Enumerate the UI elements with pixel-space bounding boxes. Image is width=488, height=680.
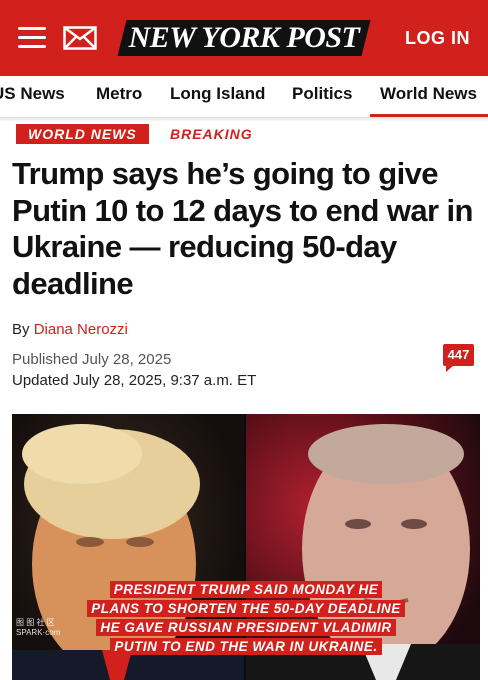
nav-item-metro[interactable]: Metro bbox=[96, 84, 142, 104]
nav-item-us-news[interactable]: US News bbox=[0, 84, 65, 104]
article-photo[interactable]: PRESIDENT TRUMP SAID MONDAY HE PLANS TO … bbox=[12, 414, 480, 680]
watermark-line: SPARK·com bbox=[16, 628, 61, 637]
caption-line: HE GAVE RUSSIAN PRESIDENT VLADIMIR bbox=[96, 619, 396, 636]
caption-line: PLANS TO SHORTEN THE 50-DAY DEADLINE bbox=[87, 600, 405, 617]
byline: By Diana Nerozzi bbox=[12, 321, 128, 338]
article-headline: Trump says he’s going to give Putin 10 t… bbox=[12, 156, 473, 301]
nav-item-world-news[interactable]: World News bbox=[380, 84, 477, 104]
nav-item-long-island[interactable]: Long Island bbox=[170, 84, 265, 104]
author-link[interactable]: Diana Nerozzi bbox=[34, 321, 128, 338]
photo-caption: PRESIDENT TRUMP SAID MONDAY HE PLANS TO … bbox=[12, 580, 480, 656]
login-button[interactable]: LOG IN bbox=[405, 28, 470, 49]
site-header: NEW YORK POST LOG IN bbox=[0, 0, 488, 76]
mail-icon[interactable] bbox=[63, 26, 97, 50]
section-tag[interactable]: WORLD NEWS bbox=[16, 124, 149, 144]
site-logo[interactable]: NEW YORK POST bbox=[117, 18, 371, 56]
updated-date: Updated July 28, 2025, 9:37 a.m. ET bbox=[12, 372, 257, 389]
watermark: 图 图 社 区 SPARK·com bbox=[16, 618, 60, 638]
breaking-tag: BREAKING bbox=[170, 126, 253, 142]
comment-count-button[interactable]: 447 bbox=[443, 344, 474, 366]
comment-bubble-tail bbox=[446, 365, 454, 372]
caption-line: PRESIDENT TRUMP SAID MONDAY HE bbox=[109, 581, 383, 598]
published-date: Published July 28, 2025 bbox=[12, 351, 172, 368]
hamburger-menu-icon[interactable] bbox=[18, 27, 46, 49]
nav-divider bbox=[0, 118, 488, 122]
byline-prefix: By bbox=[12, 321, 30, 338]
section-nav: US News Metro Long Island Politics World… bbox=[0, 76, 488, 118]
watermark-line: 图 图 社 区 bbox=[16, 618, 55, 627]
nav-item-politics[interactable]: Politics bbox=[292, 84, 352, 104]
site-logo-text: NEW YORK POST bbox=[128, 21, 360, 54]
caption-line: PUTIN TO END THE WAR IN UKRAINE. bbox=[110, 638, 382, 655]
